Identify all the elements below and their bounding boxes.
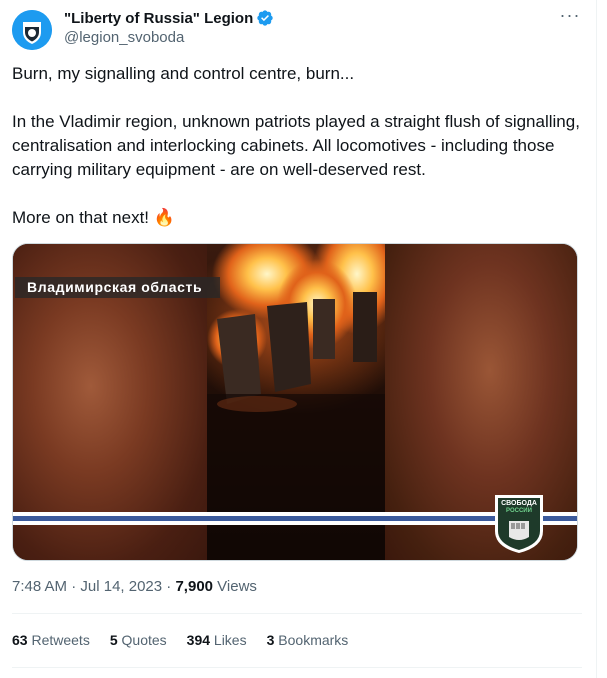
engagement-stats: 63 Retweets 5 Quotes 394 Likes 3 Bookmar… (12, 632, 368, 648)
more-horizontal-icon[interactable]: ··· (558, 6, 582, 28)
legion-shield-icon (12, 10, 52, 50)
video-media[interactable]: Владимирская область СВОБОДА РОССИИ (12, 243, 578, 561)
author-display-name[interactable]: "Liberty of Russia" Legion (64, 10, 253, 27)
tweet-header: "Liberty of Russia" Legion @legion_svobo… (12, 6, 582, 50)
likes-stat[interactable]: 394 Likes (187, 632, 247, 648)
svoboda-rossii-logo-icon: СВОБОДА РОССИИ (495, 495, 543, 553)
author-avatar[interactable] (12, 10, 52, 50)
author-handle[interactable]: @legion_svoboda (64, 29, 274, 46)
tweet: "Liberty of Russia" Legion @legion_svobo… (0, 0, 597, 678)
quotes-label: Quotes (117, 632, 167, 648)
bookmarks-stat[interactable]: 3 Bookmarks (267, 632, 349, 648)
timestamp-separator: · (67, 578, 81, 595)
tweet-text: Burn, my signalling and control centre, … (12, 62, 582, 230)
divider (12, 667, 582, 668)
tweet-text-line-3: More on that next! 🔥 (12, 208, 175, 227)
tweet-timestamp[interactable]: 7:48 AM · Jul 14, 2023 · 7,900 Views (12, 578, 257, 595)
retweets-count: 63 (12, 632, 28, 648)
display-name-row: "Liberty of Russia" Legion (64, 8, 274, 28)
views-count: 7,900 (175, 578, 214, 595)
author-names: "Liberty of Russia" Legion @legion_svobo… (64, 8, 274, 46)
verified-badge-icon (257, 10, 273, 26)
quotes-count: 5 (109, 632, 118, 648)
tweet-date[interactable]: Jul 14, 2023 (80, 578, 162, 595)
quotes-stat[interactable]: 5 Quotes (110, 632, 167, 648)
retweets-label: Retweets (27, 632, 90, 648)
views-label: Views (213, 578, 257, 595)
timestamp-separator: · (162, 578, 176, 595)
svg-text:СВОБОДА: СВОБОДА (501, 500, 537, 507)
likes-label: Likes (210, 632, 247, 648)
divider (12, 613, 582, 614)
tweet-text-line-2: In the Vladimir region, unknown patriots… (12, 112, 580, 179)
region-caption-overlay: Владимирская область (15, 277, 221, 298)
likes-count: 394 (186, 632, 211, 648)
bookmarks-label: Bookmarks (274, 632, 349, 648)
tweet-text-line-1: Burn, my signalling and control centre, … (12, 64, 355, 83)
tweet-time[interactable]: 7:48 AM (12, 578, 67, 595)
retweets-stat[interactable]: 63 Retweets (12, 632, 90, 648)
svg-text:РОССИИ: РОССИИ (506, 508, 532, 514)
